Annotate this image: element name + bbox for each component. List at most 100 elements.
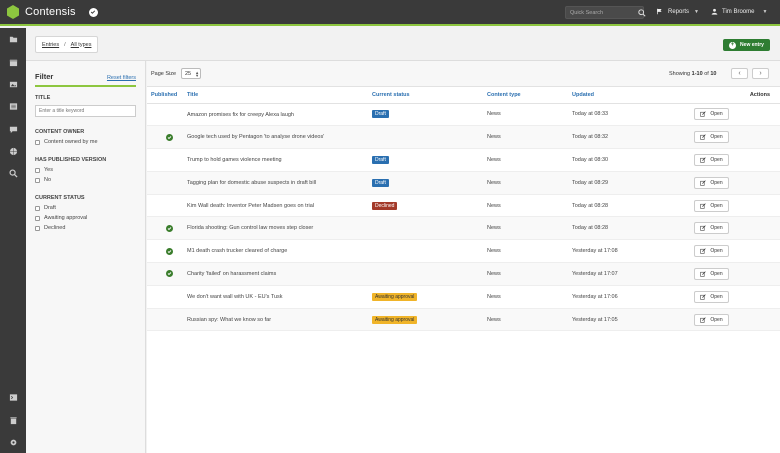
status-cell: Draft xyxy=(372,171,487,195)
gear-icon[interactable] xyxy=(8,437,18,447)
published-no-label: No xyxy=(44,177,52,183)
updated-cell: Yesterday at 17:06 xyxy=(572,285,692,309)
status-badge: Draft xyxy=(372,110,389,119)
entry-title[interactable]: Charity 'failed' on harassment claims xyxy=(187,271,276,277)
open-button[interactable]: Open xyxy=(694,222,729,235)
col-title[interactable]: Title xyxy=(183,87,372,104)
open-button[interactable]: Open xyxy=(694,313,729,326)
breadcrumb: Entries / All types xyxy=(35,36,99,53)
table-row[interactable]: M1 death crash trucker cleared of charge… xyxy=(147,239,780,264)
prev-page-button[interactable]: ‹ xyxy=(731,68,748,79)
open-button[interactable]: Open xyxy=(694,199,729,212)
console-icon[interactable] xyxy=(8,392,18,402)
chevron-down-icon: ▼ xyxy=(694,8,699,15)
app-logo[interactable]: Contensis xyxy=(7,5,76,19)
image-icon[interactable] xyxy=(8,79,18,89)
reset-filters-link[interactable]: Reset filters xyxy=(107,75,136,81)
open-button[interactable]: Open xyxy=(694,245,729,258)
globe-icon[interactable] xyxy=(8,146,18,156)
actions-cell: Open xyxy=(692,216,780,241)
table-row[interactable]: We don't want wall with UK - EU's Tusk Aw… xyxy=(147,285,780,309)
next-page-button[interactable]: › xyxy=(752,68,769,79)
published-no-checkbox[interactable]: No xyxy=(35,177,136,183)
title-cell[interactable]: Amazon promises fix for creepy Alexa lau… xyxy=(183,103,372,127)
page-size-select[interactable]: 25 ▲ ▼ xyxy=(181,68,201,79)
entry-title[interactable]: M1 death crash trucker cleared of charge xyxy=(187,248,287,254)
check-icon[interactable] xyxy=(88,7,98,17)
title-keyword-input[interactable] xyxy=(35,105,136,117)
title-cell[interactable]: M1 death crash trucker cleared of charge xyxy=(183,239,372,264)
entry-title[interactable]: Google tech used by Pentagon 'to analyse… xyxy=(187,134,324,140)
col-content-type[interactable]: Content type xyxy=(487,87,572,104)
col-actions: Actions xyxy=(692,87,780,104)
edit-icon xyxy=(700,248,707,254)
search-icon[interactable] xyxy=(638,8,646,17)
search-icon[interactable] xyxy=(8,168,18,178)
table-row[interactable]: Florida shooting: Gun control law moves … xyxy=(147,216,780,241)
app-name: Contensis xyxy=(25,6,76,18)
edit-icon xyxy=(700,180,707,186)
title-cell[interactable]: Trump to hold games violence meeting xyxy=(183,148,372,172)
title-cell[interactable]: Florida shooting: Gun control law moves … xyxy=(183,216,372,241)
published-yes-checkbox[interactable]: Yes xyxy=(35,167,136,173)
title-cell[interactable]: Charity 'failed' on harassment claims xyxy=(183,262,372,286)
col-updated[interactable]: Updated xyxy=(572,87,692,104)
open-label: Open xyxy=(710,270,723,277)
title-cell[interactable]: We don't want wall with UK - EU's Tusk xyxy=(183,285,372,309)
open-button[interactable]: Open xyxy=(694,108,729,121)
status-awaiting-checkbox[interactable]: Awaiting approval xyxy=(35,215,136,221)
chevron-left-icon: ‹ xyxy=(738,70,741,77)
entry-title[interactable]: Tagging plan for domestic abuse suspects… xyxy=(187,180,316,186)
breadcrumb-all-types[interactable]: All types xyxy=(71,42,92,48)
entry-title[interactable]: Kim Wall death: Inventor Peter Madsen go… xyxy=(187,203,314,209)
table-row[interactable]: Charity 'failed' on harassment claims New… xyxy=(147,262,780,286)
status-draft-checkbox[interactable]: Draft xyxy=(35,205,136,211)
col-status[interactable]: Current status xyxy=(372,87,487,104)
title-cell[interactable]: Google tech used by Pentagon 'to analyse… xyxy=(183,125,372,150)
open-button[interactable]: Open xyxy=(694,290,729,303)
table-row[interactable]: Amazon promises fix for creepy Alexa lau… xyxy=(147,103,780,127)
content-type-cell: News xyxy=(487,239,572,264)
table-row[interactable]: Trump to hold games violence meeting Draf… xyxy=(147,148,780,172)
user-icon xyxy=(711,8,718,15)
title-cell[interactable]: Russian spy: What we know so far xyxy=(183,308,372,332)
table-row[interactable]: Google tech used by Pentagon 'to analyse… xyxy=(147,125,780,150)
filter-panel: Filter Reset filters TITLE CONTENT OWNER… xyxy=(26,61,146,453)
table-row[interactable]: Russian spy: What we know so far Awaiting… xyxy=(147,308,780,332)
quick-search-input[interactable] xyxy=(570,9,636,16)
trash-icon[interactable] xyxy=(8,415,18,425)
content-type-cell: News xyxy=(487,103,572,127)
owned-by-me-checkbox[interactable]: Content owned by me xyxy=(35,139,136,145)
user-menu[interactable]: Tim Broome ▼ xyxy=(711,8,767,15)
status-declined-checkbox[interactable]: Declined xyxy=(35,225,136,231)
open-button[interactable]: Open xyxy=(694,153,729,166)
updown-icon: ▲ ▼ xyxy=(195,69,200,78)
list-icon[interactable] xyxy=(8,101,18,111)
title-cell[interactable]: Kim Wall death: Inventor Peter Madsen go… xyxy=(183,194,372,218)
entry-title[interactable]: We don't want wall with UK - EU's Tusk xyxy=(187,294,283,300)
contensis-logo-icon xyxy=(7,5,19,19)
breadcrumb-entries[interactable]: Entries xyxy=(42,42,59,48)
entries-list: Page Size 25 ▲ ▼ Showing 1-10 of 10 ‹ › P… xyxy=(147,61,780,453)
title-cell[interactable]: Tagging plan for domestic abuse suspects… xyxy=(183,171,372,195)
col-published[interactable]: Published xyxy=(147,87,183,104)
entry-title[interactable]: Russian spy: What we know so far xyxy=(187,317,271,323)
new-entry-button[interactable]: + New entry xyxy=(723,39,770,51)
entry-title[interactable]: Trump to hold games violence meeting xyxy=(187,157,282,163)
open-button[interactable]: Open xyxy=(694,176,729,189)
published-cell xyxy=(147,308,183,332)
entry-title[interactable]: Amazon promises fix for creepy Alexa lau… xyxy=(187,112,294,118)
calendar-icon[interactable] xyxy=(8,57,18,67)
updated-cell: Yesterday at 17:05 xyxy=(572,308,692,332)
entry-title[interactable]: Florida shooting: Gun control law moves … xyxy=(187,225,313,231)
table-row[interactable]: Kim Wall death: Inventor Peter Madsen go… xyxy=(147,194,780,218)
table-row[interactable]: Tagging plan for domestic abuse suspects… xyxy=(147,171,780,195)
reports-menu[interactable]: Reports ▼ xyxy=(656,8,699,15)
comment-icon[interactable] xyxy=(8,124,18,134)
status-cell: Awaiting approval xyxy=(372,285,487,309)
published-yes-label: Yes xyxy=(44,167,53,173)
open-button[interactable]: Open xyxy=(694,267,729,280)
folder-icon[interactable] xyxy=(8,34,18,44)
open-button[interactable]: Open xyxy=(694,131,729,144)
new-entry-label: New entry xyxy=(740,42,764,48)
